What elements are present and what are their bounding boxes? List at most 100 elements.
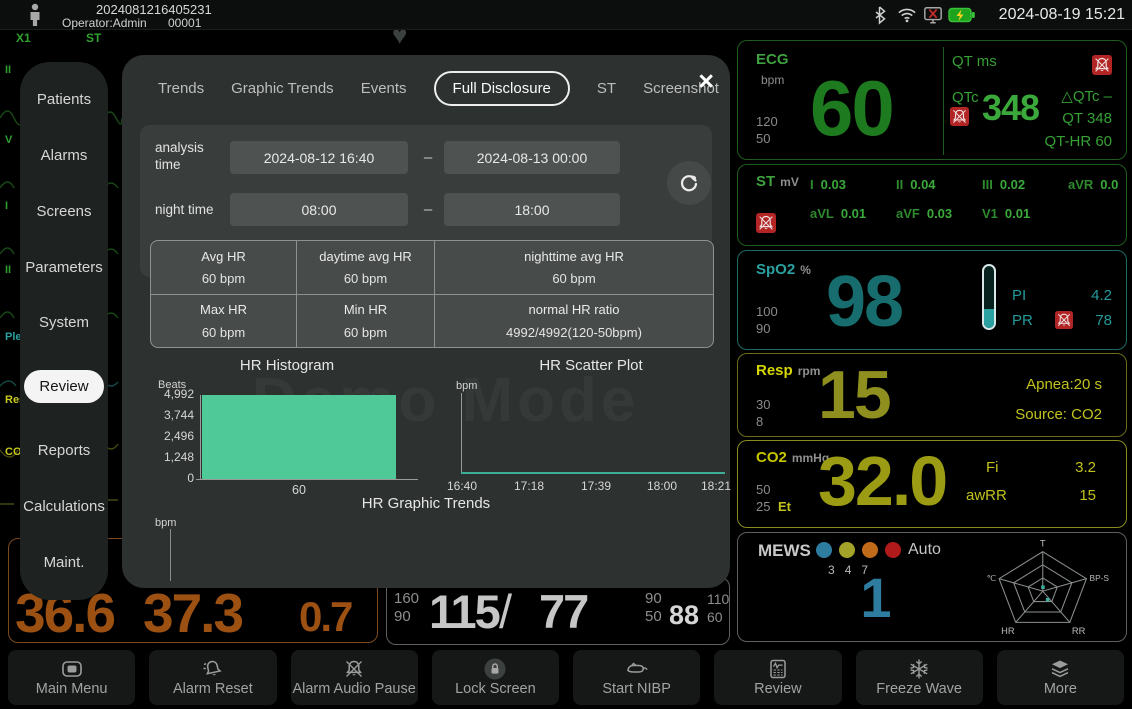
gain-label: X1 <box>16 31 31 45</box>
awrr-label: awRR <box>966 487 1007 504</box>
sidebar-item-system[interactable]: System <box>39 314 89 331</box>
ecg-alarm-limits: 12050 <box>756 113 778 147</box>
operator-name: Operator:Admin <box>62 16 147 30</box>
alarm-reset-button[interactable]: Alarm Reset <box>149 650 276 705</box>
snowflake-icon <box>907 657 931 681</box>
stat-avg-hr: Avg HR 60 bpm <box>151 241 296 294</box>
pr-label: PR <box>1012 312 1033 329</box>
hr-stats-table: Avg HR 60 bpm daytime avg HR 60 bpm nigh… <box>150 240 714 348</box>
time-range-dash: – <box>419 201 437 218</box>
mews-panel[interactable]: MEWS 3 4 7 Auto 1 T BP-S RR HR <box>737 532 1127 642</box>
hr-graphic-trends: HR Graphic Trends bpm <box>122 495 730 585</box>
graphic-trends-y-unit: bpm <box>155 517 176 529</box>
resp-alarm-limits: 308 <box>756 396 770 430</box>
display-alarm-off-icon <box>922 5 944 25</box>
histogram-y-axis <box>200 395 201 479</box>
stat-normal-hr-ratio: normal HR ratio 4992/4992(120-50bpm) <box>435 295 713 348</box>
mews-score: 1 <box>846 565 906 630</box>
tab-st[interactable]: ST <box>597 80 616 97</box>
svg-text:HR: HR <box>1001 626 1015 636</box>
st-panel[interactable]: STmV I0.03 II0.04 III0.02 aVR0.0 aVL0.01… <box>737 164 1127 246</box>
sidebar-item-alarms[interactable]: Alarms <box>41 147 88 164</box>
monitor-screen: 2024081216405231 Operator:Admin 00001 20… <box>0 0 1132 709</box>
analysis-time-label: analysis time <box>155 139 229 173</box>
sidebar-item-screens[interactable]: Screens <box>36 203 91 220</box>
etco2-value: 32.0 <box>818 441 946 521</box>
tab-graphic-trends[interactable]: Graphic Trends <box>231 80 334 97</box>
sidebar-item-reports[interactable]: Reports <box>38 442 91 459</box>
histogram-bar <box>202 395 396 479</box>
hr-scatter-title: HR Scatter Plot <box>452 357 730 374</box>
resp-value: 15 <box>818 356 890 434</box>
mews-score-dots <box>816 542 901 558</box>
review-button[interactable]: Review <box>714 650 841 705</box>
co2-alarm-limits: 5025 <box>756 481 770 515</box>
hr-histogram: HR Histogram Beats 4,992 3,744 2,496 1,2… <box>122 357 452 497</box>
status-bar: 2024081216405231 Operator:Admin 00001 20… <box>0 0 1132 30</box>
scatter-y-unit: bpm <box>456 380 477 392</box>
start-nibp-button[interactable]: Start NIBP <box>573 650 700 705</box>
tab-events[interactable]: Events <box>361 80 407 97</box>
main-menu-button[interactable]: Main Menu <box>8 650 135 705</box>
histogram-x-axis <box>196 479 418 480</box>
graphic-trends-y-axis <box>170 529 171 581</box>
spo2-panel[interactable]: SpO2% 10090 98 PI 4.2 PR 78 <box>737 250 1127 350</box>
night-end-field[interactable]: 18:00 <box>444 193 620 226</box>
sidebar-item-calculations[interactable]: Calculations <box>23 498 105 515</box>
alarm-audio-pause-icon <box>342 657 366 681</box>
resp-panel[interactable]: Resprpm 308 15 Apnea:20 s Source: CO2 <box>737 353 1127 437</box>
operator-icon <box>26 3 44 27</box>
svg-text:BP-S: BP-S <box>1090 573 1110 583</box>
qt-hr-value: QT-HR 60 <box>1044 133 1112 150</box>
nibp-map-value: 88 <box>669 600 699 631</box>
svg-text:RR: RR <box>1072 626 1086 636</box>
scatter-baseline-series <box>461 472 725 474</box>
review-tabs: Trends Graphic Trends Events Full Disclo… <box>158 71 719 106</box>
refresh-button[interactable] <box>667 161 711 205</box>
pi-label: PI <box>1012 287 1026 304</box>
close-icon[interactable]: × <box>698 67 714 95</box>
hr-histogram-title: HR Histogram <box>122 357 452 374</box>
lock-screen-button[interactable]: Lock Screen <box>432 650 559 705</box>
sidebar-item-maint[interactable]: Maint. <box>44 554 85 571</box>
spo2-value: 98 <box>826 261 902 343</box>
mews-radar-chart: T BP-S RR HR ℃ <box>980 535 1118 639</box>
analysis-start-field[interactable]: 2024-08-12 16:40 <box>230 141 408 174</box>
alarm-audio-pause-button[interactable]: Alarm Audio Pause <box>291 650 418 705</box>
sidebar-item-patients[interactable]: Patients <box>37 91 91 108</box>
co2-panel[interactable]: CO2mmHg 5025 Et 32.0 Fi 3.2 awRR 15 <box>737 440 1127 528</box>
nibp-cuff-icon <box>624 657 650 681</box>
qtc-value: 348 <box>982 87 1039 129</box>
alarm-reset-icon <box>201 657 225 681</box>
refresh-icon <box>678 172 700 194</box>
st-wave-label: ST <box>86 31 101 45</box>
fi-value: 3.2 <box>1075 459 1096 476</box>
temp-delta-value: 0.7 <box>299 593 351 641</box>
alarm-off-icon <box>1092 55 1112 75</box>
stat-max-hr: Max HR 60 bpm <box>151 295 296 348</box>
bottom-toolbar: Main Menu Alarm Reset Alarm Audio Pause … <box>0 648 1132 709</box>
stat-nighttime-avg-hr: nighttime avg HR 60 bpm <box>435 241 713 294</box>
stat-daytime-avg-hr: daytime avg HR 60 bpm <box>297 241 434 294</box>
night-start-field[interactable]: 08:00 <box>230 193 408 226</box>
et-label: Et <box>778 499 791 514</box>
nibp-map-limits: 11060 <box>707 590 729 626</box>
more-button[interactable]: More <box>997 650 1124 705</box>
awrr-value: 15 <box>1079 487 1096 504</box>
analysis-end-field[interactable]: 2024-08-13 00:00 <box>444 141 620 174</box>
st-lead-values: I0.03 II0.04 III0.02 aVR0.0 aVL0.01 aVF0… <box>810 177 1118 221</box>
tab-trends[interactable]: Trends <box>158 80 204 97</box>
sidebar-item-review[interactable]: Review <box>24 370 103 403</box>
tab-full-disclosure[interactable]: Full Disclosure <box>434 71 570 106</box>
mews-label: MEWS <box>758 541 811 561</box>
qtc-delta: △QTc – <box>1061 87 1112 105</box>
wave-label-i: I <box>5 200 8 212</box>
ecg-panel[interactable]: ECG bpm 12050 60 QT ms QTc 348 △QTc – QT… <box>737 40 1127 160</box>
freeze-wave-button[interactable]: Freeze Wave <box>856 650 983 705</box>
apnea-setting: Apnea:20 s <box>1026 376 1102 393</box>
clock: 2024-08-19 15:21 <box>999 6 1125 24</box>
hr-graphic-trends-title: HR Graphic Trends <box>122 495 730 512</box>
lock-icon <box>483 657 507 681</box>
sidebar-item-parameters[interactable]: Parameters <box>25 259 103 276</box>
panel-divider <box>943 47 944 155</box>
